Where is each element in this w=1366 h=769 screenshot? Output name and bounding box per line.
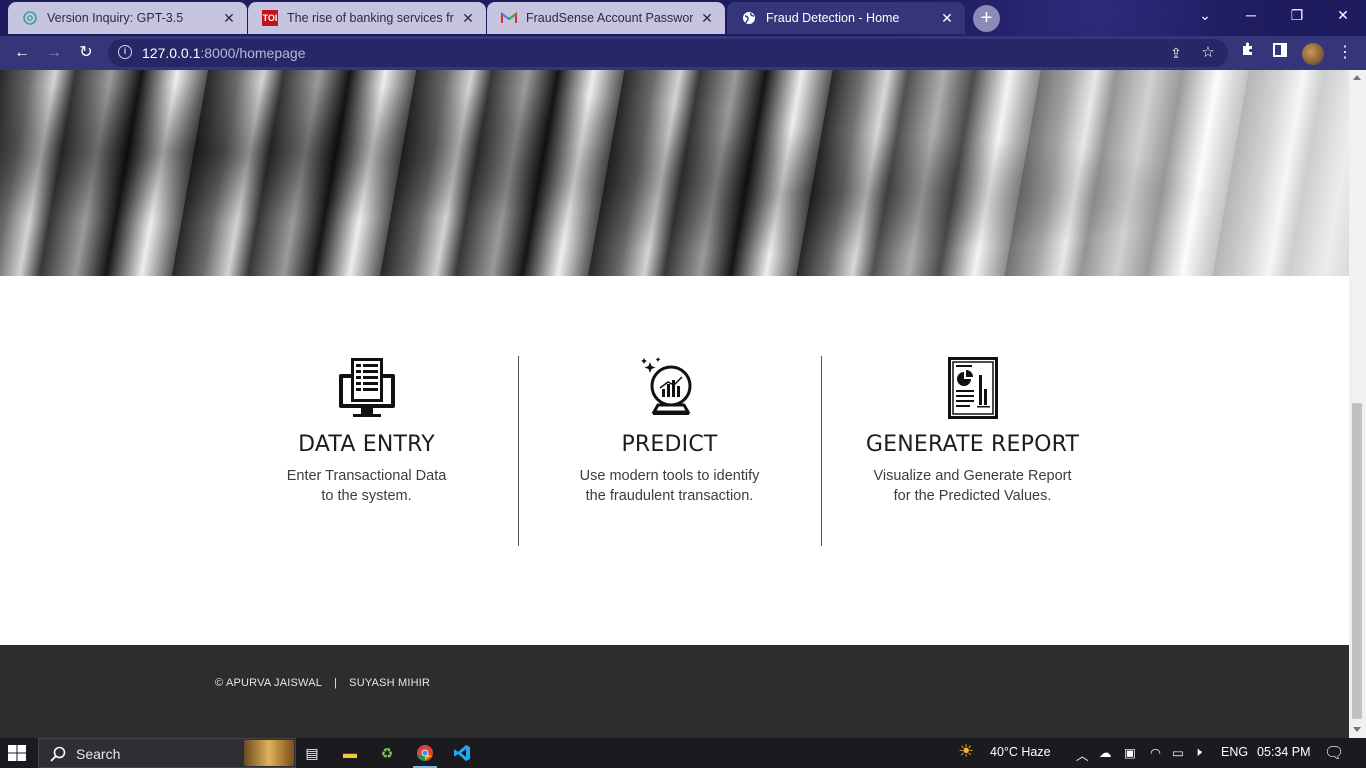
browser-toolbar: ← → ↻ i 127.0.0.1:8000/homepage ⇪ ☆ ⋮ [0, 36, 1366, 70]
feature-description: Use modern tools to identify the fraudule… [579, 468, 760, 504]
scroll-down-arrow-icon[interactable] [1353, 727, 1361, 732]
task-view-icon[interactable]: ▤ [296, 741, 328, 765]
windows-taskbar: Search ▤ ▬ ♻ ☀ 40°C Haze ︿ ☁ ▣ ◠ ▭ 🕨 ENG… [0, 738, 1366, 768]
feature-title: PREDICT [621, 432, 718, 457]
wifi-icon[interactable]: ◠ [1150, 745, 1161, 760]
tab-fraudsense-password[interactable]: FraudSense Account Password Cl ✕ [487, 2, 725, 34]
credit-separator: | [334, 677, 338, 689]
hero-banknotes-image [0, 70, 1349, 276]
vscode-icon[interactable] [446, 741, 478, 765]
clock-time[interactable]: 05:34 PM [1257, 745, 1311, 759]
restore-button[interactable]: ❐ [1274, 0, 1320, 30]
tab-version-inquiry[interactable]: Version Inquiry: GPT-3.5 ✕ [8, 2, 247, 34]
gmail-icon [501, 10, 517, 26]
menu-kebab-icon[interactable]: ⋮ [1333, 41, 1357, 65]
app-recycle-icon[interactable]: ♻ [371, 741, 403, 765]
computer-form-icon [338, 358, 395, 417]
battery-icon[interactable]: ▭ [1172, 745, 1184, 760]
back-arrow-icon[interactable]: ← [10, 41, 34, 65]
tab-banking-fraud[interactable]: TOI The rise of banking services frauc ✕ [248, 2, 486, 34]
bookmark-star-icon[interactable]: ☆ [1196, 41, 1220, 65]
page-viewport: DATA ENTRY Enter Transactional Data to th… [0, 70, 1349, 738]
forward-arrow-icon[interactable]: → [42, 41, 66, 65]
address-bar[interactable]: i 127.0.0.1:8000/homepage ⇪ ☆ [108, 39, 1228, 67]
toi-icon: TOI [262, 10, 278, 26]
author-suyash: SUYASH MIHIR [349, 677, 431, 689]
page-footer: © APURVA JAISWAL | SUYASH MIHIR [0, 645, 1349, 738]
url-text: 127.0.0.1:8000/homepage [142, 45, 306, 61]
close-icon[interactable]: ✕ [460, 10, 476, 27]
openai-icon [22, 10, 38, 26]
notifications-icon[interactable]: 🗨 [1324, 743, 1344, 763]
close-window-button[interactable]: ✕ [1320, 0, 1366, 30]
close-icon[interactable]: ✕ [221, 10, 237, 27]
chrome-icon[interactable] [409, 741, 441, 768]
profile-avatar[interactable] [1302, 43, 1324, 65]
language-indicator[interactable]: ENG [1221, 745, 1248, 759]
new-tab-button[interactable]: + [973, 5, 1000, 32]
site-info-icon[interactable]: i [118, 45, 132, 59]
footer-credits: © APURVA JAISWAL | SUYASH MIHIR [215, 677, 436, 689]
tab-search-chevron-icon[interactable]: ⌄ [1182, 0, 1228, 30]
feature-data-entry: DATA ENTRY Enter Transactional Data to th… [215, 356, 518, 546]
tab-title: Fraud Detection - Home [766, 11, 900, 25]
share-icon[interactable]: ⇪ [1164, 41, 1188, 65]
tab-fraud-detection-home[interactable]: Fraud Detection - Home ✕ [727, 2, 965, 34]
page-scrollbar[interactable] [1349, 70, 1366, 738]
search-highlight-image [244, 740, 294, 766]
report-chart-icon [947, 357, 998, 419]
minimize-button[interactable]: ─ [1228, 0, 1274, 30]
weather-text[interactable]: 40°C Haze [990, 745, 1051, 759]
feature-description: Visualize and Generate Report for the Pre… [873, 468, 1072, 504]
search-icon [50, 746, 66, 762]
taskbar-search-box[interactable]: Search [38, 738, 296, 768]
author-apurva: © APURVA JAISWAL [215, 677, 323, 689]
scroll-up-arrow-icon[interactable] [1353, 75, 1361, 80]
browser-tab-strip: Version Inquiry: GPT-3.5 ✕ TOI The rise … [0, 0, 1366, 36]
tab-title: The rise of banking services frauc [287, 11, 454, 25]
close-icon[interactable]: ✕ [939, 10, 955, 27]
file-explorer-icon[interactable]: ▬ [334, 741, 366, 765]
onedrive-cloud-icon[interactable]: ☁ [1099, 745, 1112, 760]
tray-chevron-up-icon[interactable]: ︿ [1076, 745, 1089, 764]
tab-title: Version Inquiry: GPT-3.5 [47, 11, 184, 25]
feature-generate-report: GENERATE REPORT Visualize and Generate R… [821, 356, 1124, 546]
features-section: DATA ENTRY Enter Transactional Data to th… [215, 356, 1125, 546]
feature-description: Enter Transactional Data to the system. [286, 468, 447, 504]
windows-start-icon[interactable] [8, 745, 26, 761]
globe-icon [741, 10, 757, 26]
extensions-puzzle-icon[interactable] [1236, 41, 1260, 65]
feature-predict: PREDICT Use modern tools to identify the … [518, 356, 821, 546]
feature-title: DATA ENTRY [298, 432, 435, 457]
tray-device-icon[interactable]: ▣ [1124, 745, 1136, 760]
feature-title: GENERATE REPORT [865, 432, 1080, 457]
tab-title: FraudSense Account Password Cl [526, 11, 693, 25]
scrollbar-thumb[interactable] [1352, 403, 1362, 719]
weather-sun-icon[interactable]: ☀ [958, 741, 974, 762]
reload-icon[interactable]: ↻ [74, 41, 98, 65]
close-icon[interactable]: ✕ [699, 10, 715, 27]
volume-muted-icon[interactable]: 🕨 [1194, 745, 1202, 760]
crystal-ball-chart-icon [640, 357, 691, 415]
search-label: Search [76, 746, 121, 762]
side-panel-icon[interactable] [1268, 41, 1292, 65]
